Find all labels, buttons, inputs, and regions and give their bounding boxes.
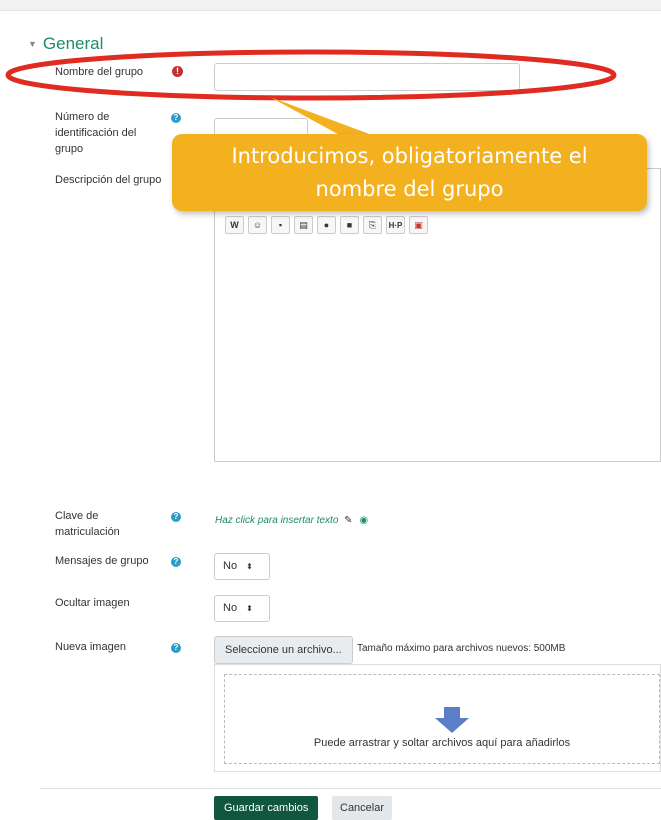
save-button[interactable]: Guardar cambios — [214, 796, 319, 820]
drop-arrow-icon — [435, 707, 469, 733]
callout-line-1: Introducimos, obligatoriamente el — [231, 144, 588, 168]
enrolment-key-editable[interactable]: Haz click para insertar texto ✎ ◉ — [215, 515, 368, 526]
drop-message: Puede arrastrar y soltar archivos aquí p… — [313, 737, 571, 749]
cancel-button[interactable]: Cancelar — [332, 796, 393, 820]
file-drop-area[interactable]: Puede arrastrar y soltar archivos aquí p… — [214, 664, 661, 772]
eye-icon[interactable]: ◉ — [359, 515, 368, 526]
select-arrows-icon: ⬍ — [246, 604, 253, 613]
max-file-size: Tamaño máximo para archivos nuevos: 500M… — [357, 643, 566, 654]
enrolment-key-placeholder[interactable]: Haz click para insertar texto — [215, 515, 338, 526]
select-arrows-icon: ⬍ — [246, 562, 253, 571]
callout-line-2: nombre del grupo — [315, 177, 504, 201]
file-drop-zone[interactable]: Puede arrastrar y soltar archivos aquí p… — [224, 674, 660, 764]
pencil-icon[interactable]: ✎ — [344, 515, 352, 526]
enrolment-key-label: Clave de matriculación — [55, 510, 120, 538]
choose-file-button[interactable]: Seleccione un archivo... — [214, 636, 353, 664]
help-icon[interactable]: ? — [171, 557, 181, 567]
help-icon[interactable]: ? — [171, 643, 181, 653]
group-messaging-label: Mensajes de grupo — [55, 555, 149, 567]
new-picture-label: Nueva imagen — [55, 641, 126, 653]
hide-picture-select[interactable]: No ⬍ — [214, 595, 270, 622]
annotation-callout: Introducimos, obligatoriamente el nombre… — [172, 134, 647, 211]
callout-pointer — [270, 97, 380, 138]
group-messaging-value: No — [223, 560, 238, 572]
help-icon[interactable]: ? — [171, 512, 181, 522]
hide-picture-value: No — [223, 602, 238, 614]
hide-picture-label: Ocultar imagen — [55, 597, 130, 609]
highlight-ellipse — [5, 49, 617, 101]
group-messaging-select[interactable]: No ⬍ — [214, 553, 270, 580]
form-divider — [40, 788, 661, 789]
